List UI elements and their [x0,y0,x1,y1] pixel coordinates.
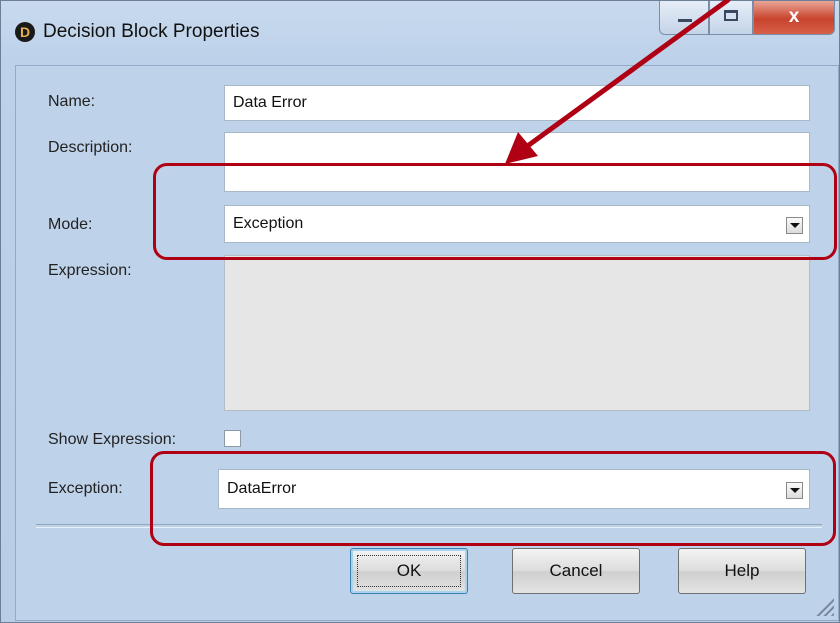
minimize-button[interactable] [659,1,709,35]
maximize-icon [724,10,738,21]
resize-grip-icon[interactable] [816,598,834,616]
title-bar[interactable]: D Decision Block Properties x [1,1,839,65]
help-button[interactable]: Help [678,548,806,594]
expression-label: Expression: [48,262,132,279]
close-icon: x [788,6,800,27]
focus-ring [357,555,461,587]
ok-button[interactable]: OK [350,548,468,594]
show-expression-label: Show Expression: [48,431,177,448]
exception-highlight-box [150,451,836,546]
app-logo-icon: D [15,22,35,42]
maximize-button[interactable] [709,1,753,35]
mode-highlight-box [153,163,837,260]
minimize-icon [678,19,692,22]
close-button[interactable]: x [753,1,835,35]
name-field[interactable]: Data Error [224,85,810,121]
cancel-label: Cancel [549,561,603,580]
name-label: Name: [48,93,96,110]
description-label: Description: [48,139,133,156]
name-value: Data Error [233,94,307,111]
exception-label: Exception: [48,480,123,497]
expression-field [224,255,810,411]
mode-label: Mode: [48,216,93,233]
help-label: Help [724,561,760,580]
window-title: Decision Block Properties [43,21,260,42]
cancel-button[interactable]: Cancel [512,548,640,594]
show-expression-checkbox[interactable] [224,430,241,447]
